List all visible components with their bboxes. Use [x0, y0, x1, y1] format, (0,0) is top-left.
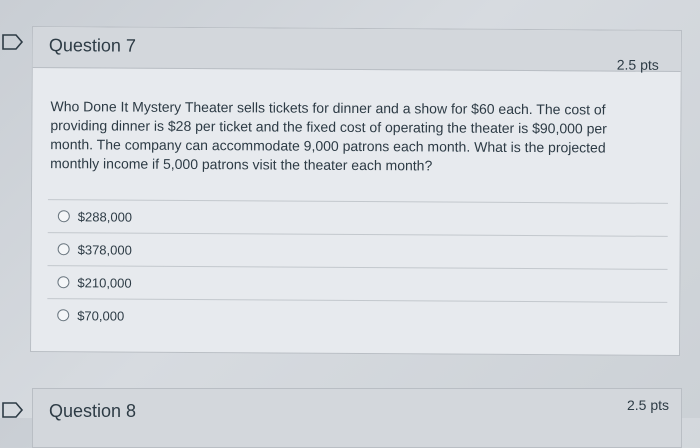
flag-question-icon[interactable] — [2, 34, 24, 50]
radio-button[interactable] — [57, 276, 70, 289]
question-card: Question 7 2.5 pts Who Done It Mystery T… — [30, 26, 682, 356]
radio-button[interactable] — [57, 243, 70, 256]
question-title: Question 8 — [49, 401, 137, 421]
answer-label: $378,000 — [77, 241, 132, 258]
answer-option[interactable]: $288,000 — [47, 199, 668, 236]
question-points: 2.5 pts — [616, 56, 659, 73]
question-points: 2.5 pts — [626, 397, 669, 413]
answer-label: $70,000 — [77, 307, 125, 324]
answer-option[interactable]: $378,000 — [47, 232, 668, 269]
flag-question-icon[interactable] — [2, 402, 24, 418]
question-text: Who Done It Mystery Theater sells ticket… — [50, 98, 607, 174]
radio-button[interactable] — [57, 210, 70, 223]
question-card: Question 8 2.5 pts — [32, 388, 682, 448]
answer-option[interactable]: $210,000 — [47, 265, 668, 302]
radio-button[interactable] — [57, 309, 70, 322]
answer-label: $288,000 — [77, 208, 133, 225]
question-title: Question 7 — [48, 35, 137, 56]
answer-label: $210,000 — [77, 274, 132, 291]
answer-option[interactable]: $70,000 — [47, 298, 668, 335]
question-header: Question 7 2.5 pts — [32, 27, 681, 73]
answer-list: $288,000 $378,000 $210,000 $70,000 — [47, 199, 668, 335]
